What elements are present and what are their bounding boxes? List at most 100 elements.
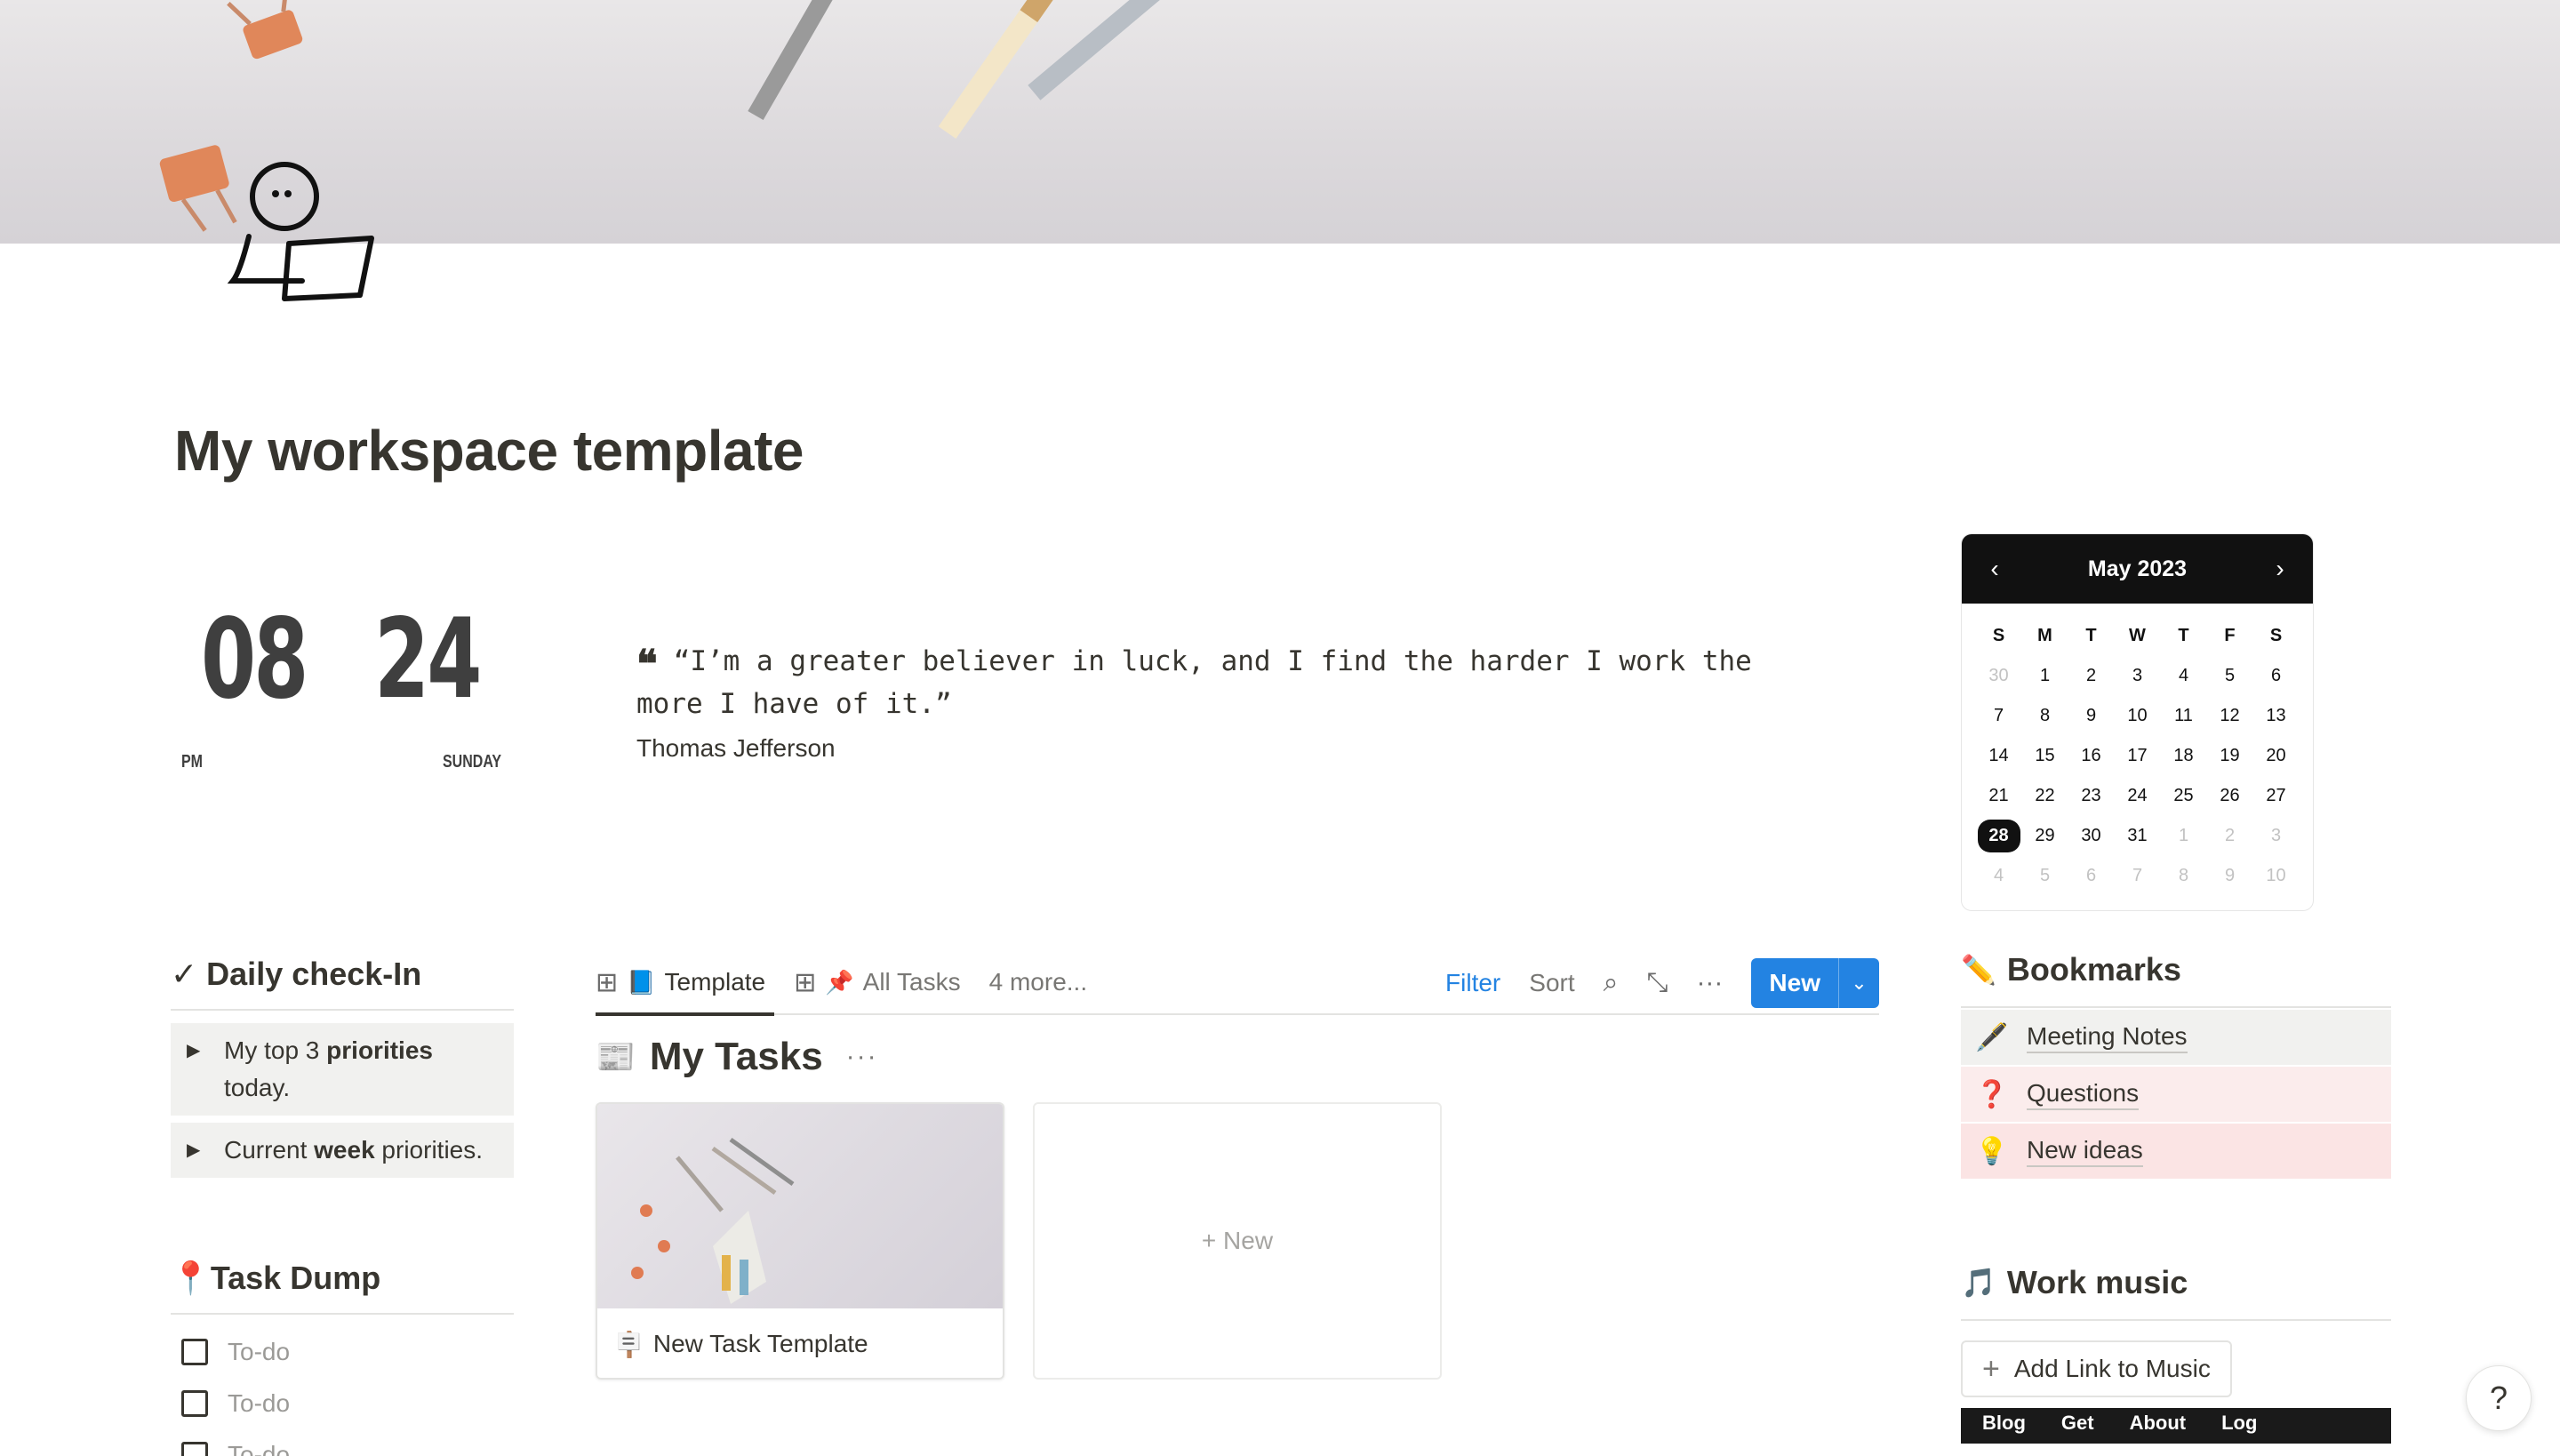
calendar-day[interactable]: 30: [1976, 660, 2022, 692]
right-column: ✏️ Bookmarks 🖋️ Meeting Notes ❓ Question…: [1961, 951, 2391, 1444]
calendar-day[interactable]: 21: [1976, 780, 2022, 812]
calendar-month-label: May 2023: [2087, 556, 2188, 581]
calendar-day[interactable]: 16: [2068, 740, 2115, 772]
calendar-day[interactable]: 15: [2022, 740, 2068, 772]
embed-link[interactable]: Blog: [1982, 1412, 2026, 1435]
database-title[interactable]: My Tasks: [650, 1035, 823, 1079]
calendar-day[interactable]: 5: [2022, 860, 2068, 892]
calendar-day[interactable]: 9: [2207, 860, 2253, 892]
calendar-day[interactable]: 25: [2161, 780, 2207, 812]
toggle-bold-text: week: [314, 1136, 375, 1164]
calendar-prev-button[interactable]: ‹: [1981, 555, 2008, 583]
pen-icon: 🖋️: [1975, 1022, 2009, 1052]
card-title-text: New Task Template: [652, 1330, 868, 1357]
calendar-day[interactable]: 6: [2068, 860, 2115, 892]
toggle-text: priorities.: [374, 1136, 484, 1164]
bookmark-link[interactable]: Meeting Notes: [2027, 1021, 2188, 1053]
calendar-day[interactable]: 4: [1976, 860, 2022, 892]
work-music-heading-text: Work music: [2006, 1264, 2188, 1300]
toggle-week-priorities[interactable]: ▶ Current week priorities.: [171, 1123, 514, 1178]
more-icon[interactable]: ···: [1696, 968, 1723, 998]
bookmark-link[interactable]: Questions: [2027, 1078, 2140, 1110]
calendar-day[interactable]: 17: [2115, 740, 2161, 772]
tab-template[interactable]: ⊞ 📘 Template: [596, 950, 775, 1016]
checkbox[interactable]: [181, 1390, 208, 1417]
new-button[interactable]: New: [1751, 958, 1838, 1008]
calendar-day[interactable]: 23: [2068, 780, 2115, 812]
todo-item[interactable]: To-do: [171, 1389, 514, 1418]
bookmark-link[interactable]: New ideas: [2027, 1135, 2143, 1167]
database-more-icon[interactable]: ···: [846, 1042, 878, 1072]
chevron-down-icon[interactable]: ⌄: [1838, 958, 1879, 1008]
clock-hours: 08: [201, 596, 308, 724]
todo-label[interactable]: To-do: [228, 1441, 290, 1456]
calendar-day[interactable]: 26: [2207, 780, 2253, 812]
checkbox[interactable]: [181, 1339, 208, 1365]
quote-text: ❝ “I’m a greater believer in luck, and I …: [636, 642, 1828, 724]
calendar-day[interactable]: 3: [2115, 660, 2161, 692]
music-embed-preview[interactable]: Blog Get About Log: [1961, 1408, 2391, 1444]
embed-link[interactable]: Get: [2061, 1412, 2094, 1435]
help-button[interactable]: ?: [2466, 1365, 2532, 1431]
todo-item[interactable]: To-do: [171, 1338, 514, 1366]
calendar-day[interactable]: 8: [2161, 860, 2207, 892]
todo-item[interactable]: To-do: [171, 1441, 514, 1456]
bookmark-new-ideas[interactable]: 💡 New ideas: [1961, 1124, 2391, 1179]
tab-all-tasks[interactable]: ⊞ 📌 All Tasks: [794, 950, 960, 1014]
calendar-day[interactable]: 30: [2068, 820, 2115, 852]
checkbox[interactable]: [181, 1442, 208, 1456]
search-icon[interactable]: ⌕: [1604, 968, 1619, 998]
gallery-card[interactable]: 🪧 New Task Template: [596, 1102, 1004, 1380]
calendar-day[interactable]: 6: [2253, 660, 2300, 692]
new-card-button[interactable]: + New: [1033, 1102, 1442, 1380]
work-music-section: 🎵 Work music + Add Link to Music Blog Ge…: [1961, 1264, 2391, 1444]
calendar-day[interactable]: 20: [2253, 740, 2300, 772]
calendar-day[interactable]: 29: [2022, 820, 2068, 852]
bookmark-questions[interactable]: ❓ Questions: [1961, 1067, 2391, 1122]
calendar-day[interactable]: 4: [2161, 660, 2207, 692]
calendar-day[interactable]: 13: [2253, 700, 2300, 732]
new-button-group: New ⌄: [1751, 958, 1879, 1008]
calendar-day[interactable]: 18: [2161, 740, 2207, 772]
page-icon-person-laptop[interactable]: [222, 156, 382, 308]
calendar-day[interactable]: 14: [1976, 740, 2022, 772]
embed-link[interactable]: Log: [2221, 1412, 2257, 1435]
card-title[interactable]: 🪧 New Task Template: [597, 1308, 1003, 1378]
expand-icon[interactable]: ⤡: [1646, 968, 1668, 998]
calendar-day[interactable]: 7: [1976, 700, 2022, 732]
calendar-day[interactable]: 2: [2207, 820, 2253, 852]
calendar-day[interactable]: 31: [2115, 820, 2161, 852]
embed-link[interactable]: About: [2130, 1412, 2187, 1435]
lightbulb-icon: 💡: [1975, 1136, 2009, 1166]
calendar-day[interactable]: 10: [2115, 700, 2161, 732]
calendar-day[interactable]: 2: [2068, 660, 2115, 692]
calendar-day[interactable]: 12: [2207, 700, 2253, 732]
toggle-top-priorities[interactable]: ▶ My top 3 priorities today.: [171, 1023, 514, 1116]
toggle-triangle-icon[interactable]: ▶: [187, 1132, 200, 1169]
calendar-day[interactable]: 11: [2161, 700, 2207, 732]
toggle-triangle-icon[interactable]: ▶: [187, 1032, 200, 1069]
bookmark-meeting-notes[interactable]: 🖋️ Meeting Notes: [1961, 1010, 2391, 1065]
tab-more-views[interactable]: 4 more...: [989, 950, 1087, 1014]
calendar-day[interactable]: 19: [2207, 740, 2253, 772]
calendar-day[interactable]: 24: [2115, 780, 2161, 812]
calendar-next-button[interactable]: ›: [2267, 555, 2293, 583]
calendar-day[interactable]: 3: [2253, 820, 2300, 852]
calendar-day[interactable]: 10: [2253, 860, 2300, 892]
calendar-day[interactable]: 8: [2022, 700, 2068, 732]
todo-label[interactable]: To-do: [228, 1338, 290, 1366]
filter-button[interactable]: Filter: [1445, 969, 1500, 997]
sort-button[interactable]: Sort: [1529, 969, 1574, 997]
calendar-day[interactable]: 5: [2207, 660, 2253, 692]
add-link-to-music-button[interactable]: + Add Link to Music: [1961, 1340, 2232, 1397]
calendar-day[interactable]: 9: [2068, 700, 2115, 732]
person-laptop-icon: [227, 162, 374, 301]
calendar-day[interactable]: 1: [2161, 820, 2207, 852]
calendar-day[interactable]: 22: [2022, 780, 2068, 812]
todo-label[interactable]: To-do: [228, 1389, 290, 1418]
calendar-day[interactable]: 1: [2022, 660, 2068, 692]
calendar-day[interactable]: 7: [2115, 860, 2161, 892]
toggle-label: Current week priorities.: [224, 1136, 483, 1164]
calendar-day[interactable]: 27: [2253, 780, 2300, 812]
calendar-day-today[interactable]: 28: [1977, 820, 2020, 852]
